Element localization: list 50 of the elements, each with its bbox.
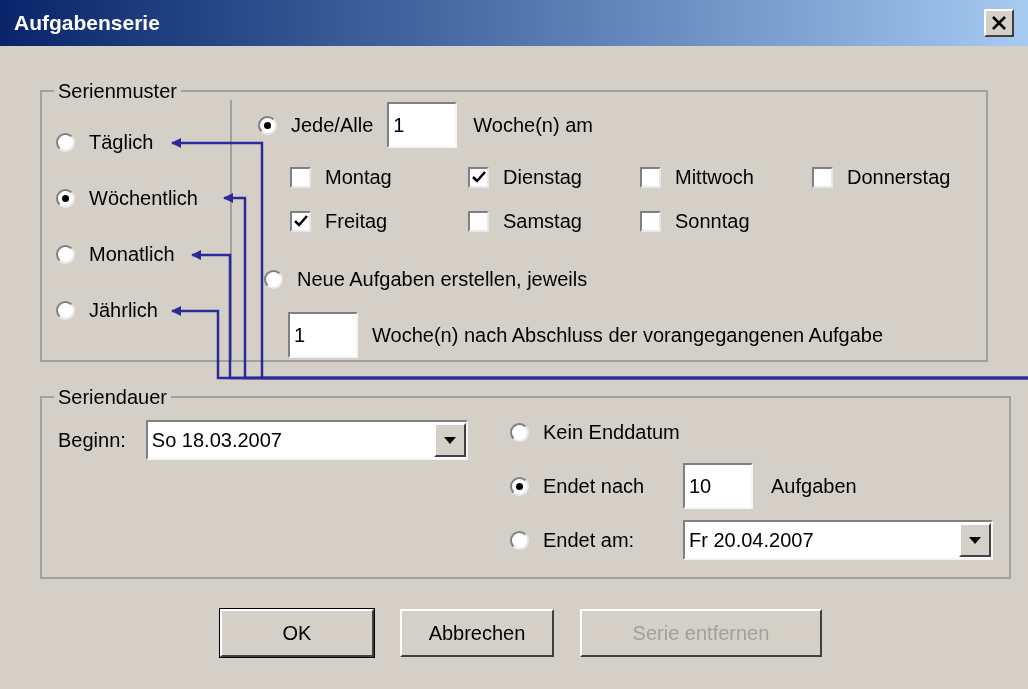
weekday-label: Mittwoch xyxy=(675,165,754,190)
checkbox[interactable] xyxy=(468,166,489,188)
dialog-button[interactable]: OK xyxy=(220,609,374,657)
option-label: Jede/Alle xyxy=(291,113,374,138)
option-label: Endet nach xyxy=(543,474,646,499)
frequency-label: Wöchentlich xyxy=(89,186,198,211)
weekday-label: Montag xyxy=(325,165,392,190)
unit-label: Aufgaben xyxy=(771,474,857,499)
weekday-label: Donnerstag xyxy=(847,165,951,190)
date-value: So 18.03.2007 xyxy=(150,428,283,453)
checkbox[interactable] xyxy=(290,166,311,188)
interval-input[interactable]: 1 xyxy=(387,102,458,148)
radio-button[interactable] xyxy=(510,422,529,442)
frequency-label: Jährlich xyxy=(89,298,158,323)
unit-label: Woche(n) am xyxy=(473,113,593,138)
radio-button[interactable] xyxy=(258,115,277,135)
count-input[interactable]: 10 xyxy=(683,463,753,509)
close-button[interactable] xyxy=(984,9,1014,37)
option-label: Kein Enddatum xyxy=(543,420,680,445)
weekday-label: Samstag xyxy=(503,209,582,234)
checkbox[interactable] xyxy=(640,166,661,188)
weekday-label: Dienstag xyxy=(503,165,582,190)
radio-button[interactable] xyxy=(510,476,529,496)
radio-button[interactable] xyxy=(510,530,529,550)
weekday-label: Freitag xyxy=(325,209,388,234)
checkbox[interactable] xyxy=(468,210,489,232)
radio-button[interactable] xyxy=(56,132,75,152)
radio-button[interactable] xyxy=(56,188,75,208)
unit-label: Woche(n) nach Abschluss der vorangegangenen Aufgabe xyxy=(372,323,884,348)
start-label: Beginn: xyxy=(58,428,126,453)
option-label: Neue Aufgaben erstellen, jeweils xyxy=(297,267,588,292)
radio-button[interactable] xyxy=(56,244,75,264)
group-title: Serienmuster xyxy=(57,79,178,104)
weekday-label: Sonntag xyxy=(675,209,750,234)
radio-button[interactable] xyxy=(264,269,283,289)
frequency-label: Täglich xyxy=(89,130,154,155)
interval-input[interactable]: 1 xyxy=(288,312,358,358)
frequency-label: Monatlich xyxy=(89,242,175,267)
window-title: Aufgabenserie xyxy=(14,10,160,37)
radio-button[interactable] xyxy=(56,300,75,320)
date-dropdown[interactable]: Fr 20.04.2007 xyxy=(683,520,993,560)
checkbox[interactable] xyxy=(812,166,833,188)
option-label: Endet am: xyxy=(543,528,636,553)
dialog-button[interactable]: Abbrechen xyxy=(400,609,554,657)
date-dropdown[interactable]: So 18.03.2007 xyxy=(145,420,468,460)
close-icon xyxy=(992,16,1006,30)
checkbox[interactable] xyxy=(290,210,311,232)
checkbox[interactable] xyxy=(640,210,661,232)
date-value: Fr 20.04.2007 xyxy=(688,528,815,553)
group-title: Seriendauer xyxy=(57,385,168,410)
